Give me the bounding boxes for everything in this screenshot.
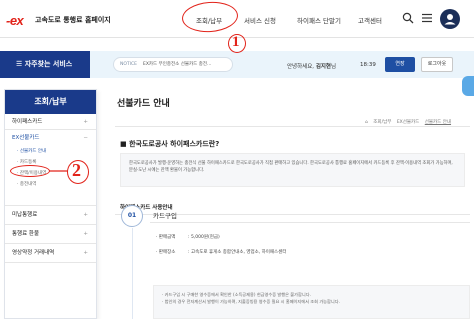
- chatbot-button[interactable]: [462, 76, 474, 96]
- home-icon[interactable]: ⌂: [365, 120, 368, 125]
- sidebar-item-video-agreement[interactable]: 영상약정 거래내역 +: [5, 244, 96, 263]
- menu-icon: ☰: [16, 60, 25, 68]
- notice-ticker[interactable]: NOTICE EX카드 무인충전소 선불카드 충전...: [113, 57, 233, 72]
- user-icon: [444, 14, 456, 25]
- section-title: ■ 한국도로공사 하이패스카드란?: [120, 140, 220, 148]
- nav-hipass-device[interactable]: 하이패스 단말기: [297, 15, 341, 25]
- site-name[interactable]: 고속도로 통행료 홈페이지: [35, 15, 111, 25]
- notice-tag: NOTICE: [120, 62, 137, 67]
- sidebar-subitem-charge-history[interactable]: · 충전내역: [17, 181, 36, 187]
- divider: [115, 126, 470, 127]
- annotation-circle-2: [67, 160, 89, 184]
- nav-service-apply[interactable]: 서비스 신청: [244, 15, 276, 25]
- detail-label: · 판매금액: [156, 235, 176, 240]
- notice-text: EX카드 무인충전소 선불카드 충전...: [142, 62, 212, 67]
- breadcrumb-item[interactable]: 조회/납부: [373, 120, 391, 125]
- extend-session-button[interactable]: 연장: [385, 57, 415, 72]
- user-menu-button[interactable]: [440, 9, 460, 29]
- step-number: 01: [121, 205, 143, 227]
- menu-icon[interactable]: [421, 12, 433, 24]
- step-title: 카드구입: [153, 212, 177, 220]
- favorites-label: 자주찾는 서비스: [24, 60, 73, 68]
- search-icon[interactable]: [402, 12, 414, 24]
- sidebar: 조회/납부 하이패스카드 + EX선불카드 − · 선불카드 안내 · 카드등록 ·…: [4, 89, 97, 319]
- step-line: [132, 228, 133, 319]
- annotation-arrow: [49, 170, 68, 172]
- sidebar-item-hipass-card[interactable]: 하이패스카드 +: [5, 114, 96, 130]
- ex-logo[interactable]: -ex: [6, 13, 24, 28]
- expand-icon: +: [83, 250, 88, 256]
- collapse-icon: −: [83, 135, 88, 141]
- breadcrumb-item[interactable]: EX선불카드: [397, 120, 420, 125]
- sidebar-title: 조회/납부: [5, 90, 96, 114]
- detail-value: : 고속도로 휴게소 종합안내소, 영업소, 하이패스센터: [188, 250, 287, 255]
- annotation-circle-sidebar: [10, 165, 50, 177]
- greeting: 안녕하세요, 김지현님: [287, 64, 337, 70]
- note-line: · 카드구입 시 구매한 영수증에서 확인한 (소득공제용) 현금영수증 발행은…: [162, 292, 311, 297]
- breadcrumb-current: 선불카드 안내: [424, 120, 452, 125]
- page-title: 선불카드 안내: [117, 99, 170, 109]
- description-box: 한국도로공사가 발행·운영하는 충전식 선불 하이패스카드로 한국도로공사가 직…: [120, 153, 465, 187]
- nav-customer-center[interactable]: 고객센터: [358, 15, 382, 25]
- breadcrumb: ⌂ 조회/납부 EX선불카드 선불카드 안내: [361, 119, 451, 125]
- sidebar-subitem-prepaid-guide[interactable]: · 선불카드 안내: [17, 148, 46, 154]
- divider: [150, 222, 470, 223]
- logout-button[interactable]: 로그아웃: [421, 57, 453, 72]
- annotation-circle-1: [228, 34, 246, 53]
- detail-value: : 5,000원(현금): [188, 235, 220, 240]
- expand-icon: +: [83, 231, 88, 237]
- session-timer: 18:39: [360, 62, 376, 68]
- favorites-button[interactable]: ☰ 자주찾는 서비스: [0, 51, 90, 78]
- note-line: · 법인의 경우 전자계산서 발행이 가능하며, 지출증빙용 영수증 필요 시 …: [162, 299, 340, 304]
- sidebar-item-unpaid-toll[interactable]: 미납통행료 +: [5, 206, 96, 225]
- expand-icon: +: [83, 212, 88, 218]
- notes-box: · 카드구입 시 구매한 영수증에서 확인한 (소득공제용) 현금영수증 발행은…: [153, 285, 470, 319]
- detail-label: · 판매장소: [156, 250, 176, 255]
- user-name: 김지현: [315, 64, 331, 70]
- expand-icon: +: [83, 119, 88, 125]
- sidebar-item-toll-refund[interactable]: 통행료 환불 +: [5, 225, 96, 244]
